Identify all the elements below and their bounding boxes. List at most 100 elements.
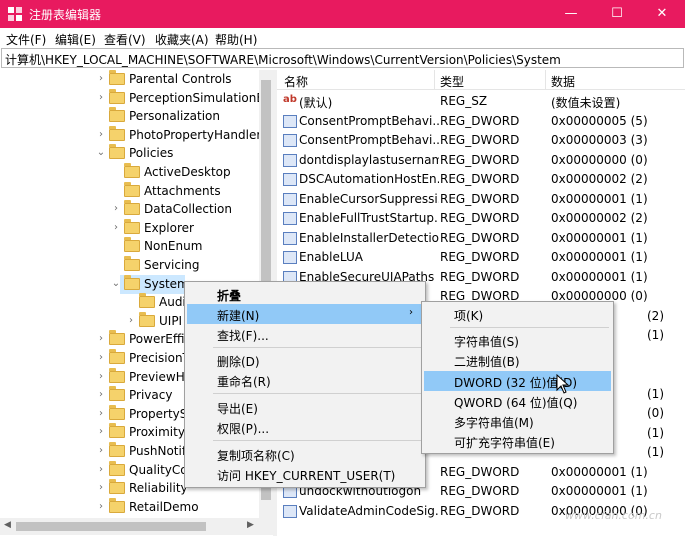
maximize-button[interactable]: ☐ bbox=[594, 0, 640, 28]
folder-icon bbox=[109, 107, 125, 123]
expand-chevron-icon[interactable] bbox=[111, 259, 121, 271]
submenu-item-string[interactable]: 字符串值(S) bbox=[424, 330, 611, 350]
dword-value-icon bbox=[283, 251, 297, 264]
value-data: 0x00000001 (1) bbox=[551, 191, 648, 206]
list-row[interactable]: DSCAutomationHostEn... REG_DWORD 0x00000… bbox=[277, 170, 685, 189]
folder-icon bbox=[109, 423, 125, 439]
menu-help[interactable]: 帮助(H) bbox=[215, 31, 257, 48]
close-button[interactable]: ✕ bbox=[639, 0, 685, 28]
list-row[interactable]: EnableCursorSuppressi... REG_DWORD 0x000… bbox=[277, 190, 685, 209]
scroll-left-icon[interactable]: ◀ bbox=[4, 520, 11, 530]
tree-item[interactable]: Attachments bbox=[0, 181, 259, 201]
minimize-button[interactable]: — bbox=[548, 0, 594, 28]
expand-chevron-icon[interactable]: › bbox=[96, 408, 106, 420]
scrollbar-thumb[interactable] bbox=[16, 522, 206, 531]
expand-chevron-icon[interactable]: › bbox=[96, 92, 106, 104]
value-data: 0x00000005 (5) bbox=[551, 113, 648, 128]
menu-item-rename[interactable]: 重命名(R) bbox=[187, 370, 423, 390]
submenu-item-multi-string[interactable]: 多字符串值(M) bbox=[424, 411, 611, 431]
expand-chevron-icon[interactable]: › bbox=[126, 315, 136, 327]
menu-item-new[interactable]: 新建(N) › bbox=[187, 304, 423, 324]
expand-chevron-icon[interactable]: › bbox=[96, 371, 106, 383]
value-data: (2) bbox=[647, 308, 664, 323]
value-data: 0x00000001 (1) bbox=[551, 230, 648, 245]
expand-chevron-icon[interactable]: › bbox=[96, 482, 106, 494]
tree-item[interactable]: › Explorer bbox=[0, 218, 259, 238]
collapse-chevron-icon[interactable]: ⌄ bbox=[111, 278, 121, 290]
expand-chevron-icon[interactable] bbox=[111, 240, 121, 252]
list-row[interactable]: EnableFullTrustStartup... REG_DWORD 0x00… bbox=[277, 209, 685, 228]
menu-file[interactable]: 文件(F) bbox=[6, 31, 46, 48]
tree-item-label: Privacy bbox=[129, 388, 173, 403]
column-header-name[interactable]: 名称 bbox=[284, 73, 308, 90]
address-bar[interactable]: 计算机\HKEY_LOCAL_MACHINE\SOFTWARE\Microsof… bbox=[1, 48, 684, 68]
expand-chevron-icon[interactable] bbox=[111, 185, 121, 197]
submenu-item-dword[interactable]: DWORD (32 位)值(D) bbox=[424, 371, 611, 391]
list-row[interactable]: EnableInstallerDetection REG_DWORD 0x000… bbox=[277, 229, 685, 248]
value-name: ConsentPromptBehavi... bbox=[299, 113, 439, 128]
tree-horizontal-scrollbar[interactable]: ◀ ▶ bbox=[0, 518, 273, 535]
expand-chevron-icon[interactable]: › bbox=[96, 333, 106, 345]
submenu-item-qword[interactable]: QWORD (64 位)值(Q) bbox=[424, 391, 611, 411]
tree-item[interactable]: › PerceptionSimulationExt bbox=[0, 88, 273, 108]
menu-bar: 文件(F) 编辑(E) 查看(V) 收藏夹(A) 帮助(H) bbox=[0, 28, 685, 48]
tree-item[interactable]: › PhotoPropertyHandler bbox=[0, 125, 261, 145]
tree-item-label: PrecisionT bbox=[129, 351, 190, 365]
menu-item-permissions[interactable]: 权限(P)... bbox=[187, 417, 423, 437]
expand-chevron-icon[interactable]: › bbox=[96, 389, 106, 401]
tree-item[interactable]: ActiveDesktop bbox=[0, 163, 259, 182]
window-title: 注册表编辑器 bbox=[29, 8, 102, 22]
tree-item-label: QualityCo bbox=[129, 462, 188, 477]
menu-favorites[interactable]: 收藏夹(A) bbox=[155, 31, 209, 48]
column-header-data[interactable]: 数据 bbox=[551, 73, 575, 90]
expand-chevron-icon[interactable]: › bbox=[111, 222, 121, 234]
expand-chevron-icon[interactable] bbox=[126, 296, 136, 308]
menu-item-find[interactable]: 查找(F)... bbox=[187, 324, 423, 344]
collapse-chevron-icon[interactable]: ⌄ bbox=[96, 147, 106, 159]
value-name: EnableFullTrustStartup... bbox=[299, 211, 439, 225]
tree-item[interactable]: ⌄ Policies bbox=[0, 144, 259, 163]
menu-item-copy-key-name[interactable]: 复制项名称(C) bbox=[187, 444, 423, 464]
scroll-right-icon[interactable]: ▶ bbox=[247, 520, 254, 530]
tree-item-label: Proximity bbox=[129, 425, 185, 440]
menu-item-delete[interactable]: 删除(D) bbox=[187, 350, 423, 370]
menu-edit[interactable]: 编辑(E) bbox=[55, 31, 96, 48]
expand-chevron-icon[interactable]: › bbox=[96, 501, 106, 513]
submenu-item-expandable-string[interactable]: 可扩充字符串值(E) bbox=[424, 431, 611, 451]
expand-chevron-icon[interactable]: › bbox=[96, 426, 106, 438]
submenu-item-key[interactable]: 项(K) bbox=[424, 304, 611, 324]
list-row[interactable]: ConsentPromptBehavi... REG_DWORD 0x00000… bbox=[277, 131, 685, 150]
list-row[interactable]: dontdisplaylastusername REG_DWORD 0x0000… bbox=[277, 151, 685, 170]
tree-item[interactable]: › RetailDemo bbox=[0, 497, 259, 517]
column-divider[interactable] bbox=[434, 70, 435, 90]
expand-chevron-icon[interactable]: › bbox=[96, 129, 106, 141]
expand-chevron-icon[interactable]: › bbox=[96, 73, 106, 85]
expand-chevron-icon[interactable]: › bbox=[111, 203, 121, 215]
expand-chevron-icon[interactable]: › bbox=[96, 464, 106, 476]
submenu-item-binary[interactable]: 二进制值(B) bbox=[424, 350, 611, 370]
menu-item-goto-hkcu[interactable]: 访问 HKEY_CURRENT_USER(T) bbox=[187, 464, 423, 484]
list-row[interactable]: EnableLUA REG_DWORD 0x00000001 (1) bbox=[277, 248, 685, 267]
menu-item-collapse[interactable]: 折叠 bbox=[187, 284, 423, 304]
folder-icon bbox=[109, 497, 125, 513]
menu-item-export[interactable]: 导出(E) bbox=[187, 397, 423, 417]
column-divider[interactable] bbox=[545, 70, 546, 90]
value-type: REG_DWORD bbox=[440, 464, 520, 479]
tree-item[interactable]: › Parental Controls bbox=[0, 70, 259, 89]
menu-view[interactable]: 查看(V) bbox=[104, 31, 146, 48]
column-header-type[interactable]: 类型 bbox=[440, 73, 464, 90]
expand-chevron-icon[interactable]: › bbox=[96, 445, 106, 457]
expand-chevron-icon[interactable] bbox=[96, 110, 106, 122]
list-row[interactable]: ConsentPromptBehavi... REG_DWORD 0x00000… bbox=[277, 112, 685, 131]
tree-item[interactable]: Servicing bbox=[0, 256, 259, 275]
tree-item-label: ActiveDesktop bbox=[144, 165, 231, 179]
list-row[interactable]: ab (默认) REG_SZ (数值未设置) bbox=[277, 92, 685, 111]
folder-icon bbox=[109, 349, 125, 364]
tree-item[interactable]: NonEnum bbox=[0, 237, 259, 256]
expand-chevron-icon[interactable] bbox=[111, 166, 121, 178]
tree-item[interactable]: › DataCollection bbox=[0, 200, 259, 219]
dword-value-icon bbox=[283, 231, 297, 245]
expand-chevron-icon[interactable]: › bbox=[96, 352, 106, 364]
tree-item[interactable]: Personalization bbox=[0, 107, 259, 126]
tree-item-label: Personalization bbox=[129, 109, 220, 124]
